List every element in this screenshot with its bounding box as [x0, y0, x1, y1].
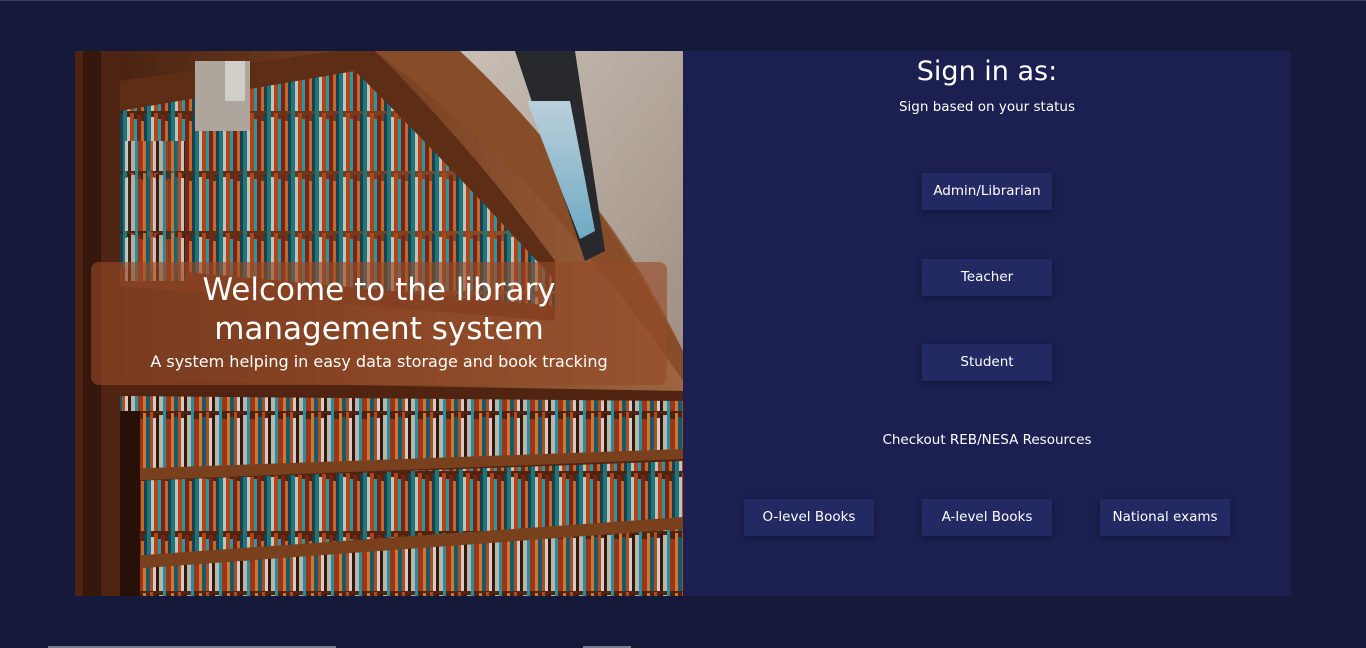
resources-label: Checkout REB/NESA Resources	[882, 432, 1092, 448]
o-level-books-button[interactable]: O-level Books	[744, 499, 874, 536]
window-top-border	[0, 0, 1366, 1]
welcome-subtitle: A system helping in easy data storage an…	[150, 352, 608, 371]
hero-section: Welcome to the library management system…	[75, 51, 683, 596]
signin-title: Sign in as:	[916, 56, 1058, 87]
signin-panel: Sign in as: Sign based on your status Ad…	[683, 51, 1291, 596]
teacher-button[interactable]: Teacher	[922, 259, 1052, 296]
national-exams-button[interactable]: National exams	[1100, 499, 1230, 536]
welcome-banner: Welcome to the library management system…	[91, 262, 667, 385]
main-card: Welcome to the library management system…	[75, 51, 1291, 596]
student-button[interactable]: Student	[922, 344, 1052, 381]
welcome-title: Welcome to the library management system	[202, 272, 556, 347]
a-level-books-button[interactable]: A-level Books	[922, 499, 1052, 536]
signin-subtitle: Sign based on your status	[898, 99, 1075, 115]
admin-librarian-button[interactable]: Admin/Librarian	[922, 173, 1052, 210]
